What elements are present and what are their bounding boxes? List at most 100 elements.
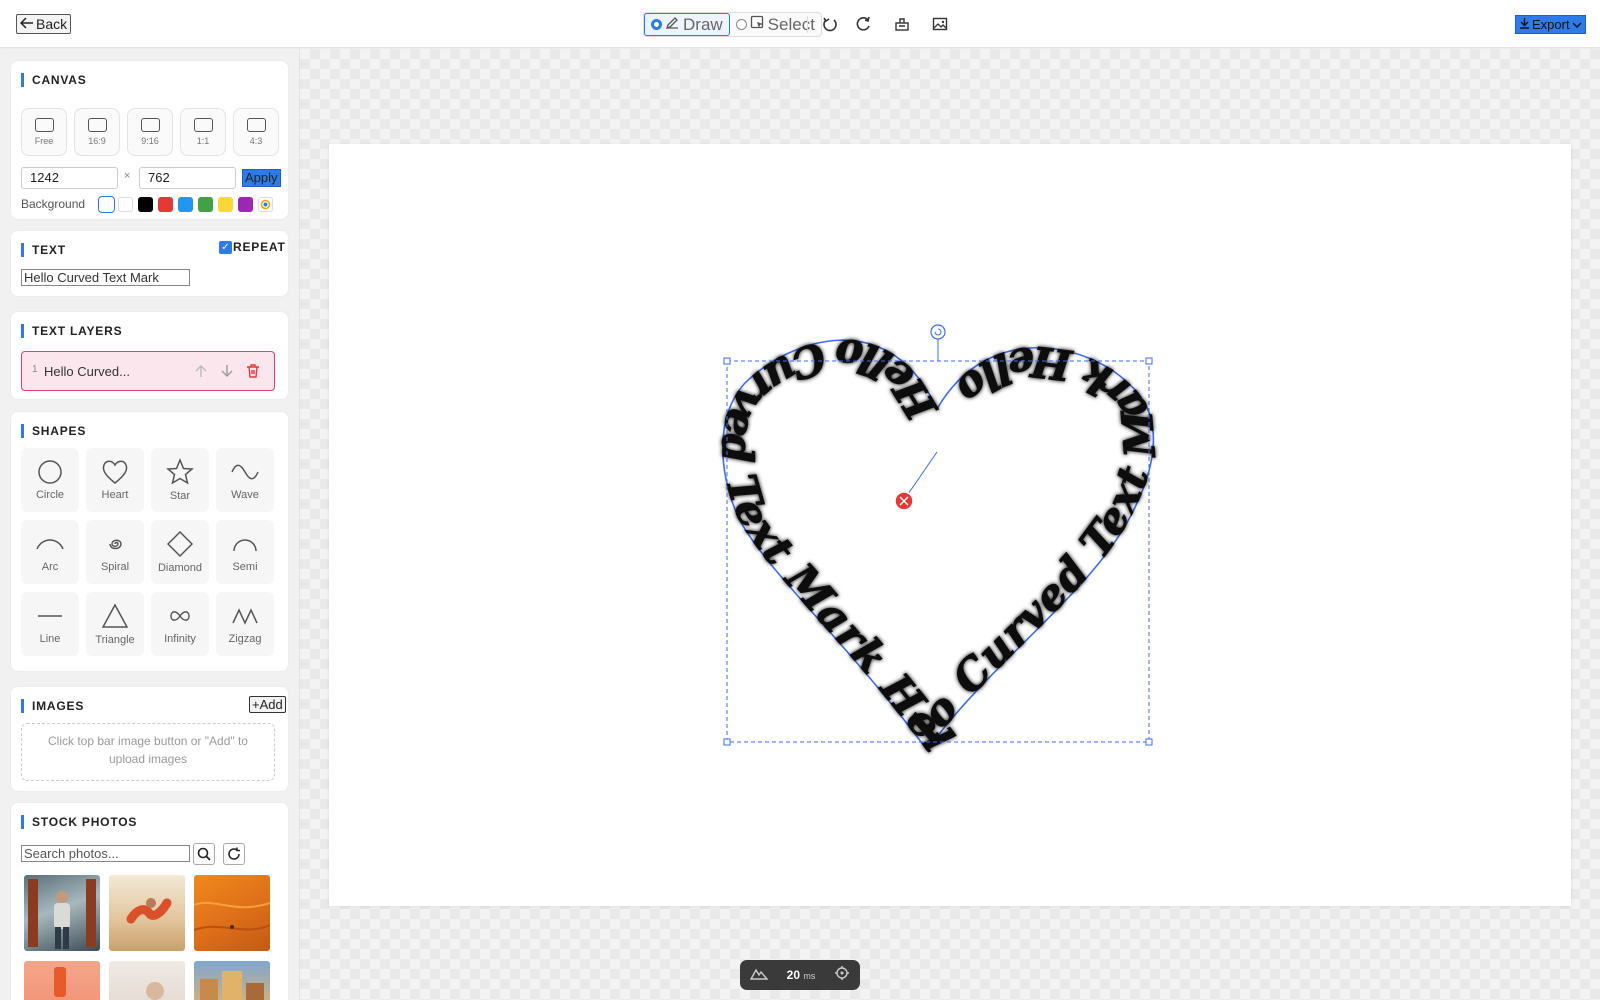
resize-handle-top-right[interactable] xyxy=(1145,357,1153,365)
image-icon[interactable] xyxy=(931,15,949,33)
resize-handle-bottom-right[interactable] xyxy=(1145,738,1153,746)
stock-photo-thumbnail[interactable] xyxy=(194,961,270,1000)
design-canvas[interactable]: Hello Curved Text Mark Hello Curved Text… xyxy=(303,105,1571,906)
shape-label: Arc xyxy=(41,561,59,573)
text-layer-item[interactable]: 1 Hello Curved... xyxy=(21,351,275,391)
zigzag-icon xyxy=(232,608,258,625)
shape-label: Triangle xyxy=(95,634,135,646)
color-picker-icon[interactable] xyxy=(258,197,273,212)
text-content-input[interactable]: Hello Curved Text Mark xyxy=(21,269,190,286)
shape-label: Spiral xyxy=(100,561,130,573)
back-button[interactable]: Back xyxy=(16,14,72,34)
image-dropzone[interactable]: Click top bar image button or "Add" to u… xyxy=(21,723,275,781)
wave-icon xyxy=(231,464,259,480)
shape-star-button[interactable]: Star xyxy=(151,448,209,512)
shape-wave-button[interactable]: Wave xyxy=(216,448,274,512)
swatch-purple[interactable] xyxy=(238,197,253,212)
ratio-free-button[interactable]: Free xyxy=(21,108,67,156)
curved-text-path: Hello Curved Text Mark Hello Curved Text… xyxy=(303,105,1165,763)
canvas-width-input[interactable]: 1242 xyxy=(21,167,118,189)
shape-triangle-button[interactable]: Triangle xyxy=(86,592,144,656)
arrow-down-icon[interactable] xyxy=(220,363,234,384)
diamond-icon xyxy=(166,530,194,558)
repeat-label: REPEAT xyxy=(233,240,286,254)
stock-photo-thumbnail[interactable] xyxy=(193,875,271,951)
download-icon xyxy=(1519,17,1530,32)
shape-infinity-button[interactable]: Infinity xyxy=(151,592,209,656)
remove-point-icon[interactable] xyxy=(894,491,914,511)
stock-photo-thumbnail[interactable] xyxy=(109,961,185,1000)
ratio-9-16-icon xyxy=(140,118,160,132)
trash-icon[interactable] xyxy=(246,363,260,384)
arrow-up-icon[interactable] xyxy=(194,363,208,384)
stock-photos-panel: STOCK PHOTOS Search photos... xyxy=(10,802,289,1000)
line-icon xyxy=(38,615,62,617)
ratio-label: 4:3 xyxy=(249,136,263,146)
swatch-blue[interactable] xyxy=(178,197,193,212)
shape-line-button[interactable]: Line xyxy=(21,592,79,656)
shape-semi-button[interactable]: Semi xyxy=(216,520,274,584)
shape-label: Zigzag xyxy=(228,633,262,645)
shape-label: Diamond xyxy=(157,562,203,574)
select-radio[interactable] xyxy=(735,19,747,30)
swatch-red[interactable] xyxy=(158,197,173,212)
stock-photo-thumbnail[interactable] xyxy=(24,875,100,951)
resize-handle-top-left[interactable] xyxy=(723,357,731,365)
refresh-button[interactable] xyxy=(223,843,245,865)
ratio-1-1-button[interactable]: 1:1 xyxy=(180,108,226,156)
ratio-9-16-button[interactable]: 9:16 xyxy=(127,108,173,156)
ratio-label: 1:1 xyxy=(196,136,210,146)
arc-icon xyxy=(36,539,64,550)
stock-photos-title: STOCK PHOTOS xyxy=(21,815,137,829)
undo-icon[interactable] xyxy=(821,15,839,33)
export-button[interactable]: Export xyxy=(1515,15,1586,34)
images-panel: IMAGES +Add Click top bar image button o… xyxy=(10,686,289,792)
shape-arc-button[interactable]: Arc xyxy=(21,520,79,584)
mountain-icon[interactable] xyxy=(749,966,769,985)
redo-icon[interactable] xyxy=(855,15,873,33)
triangle-icon xyxy=(101,603,129,628)
stock-photo-thumbnail[interactable] xyxy=(109,875,185,951)
repeat-checkbox[interactable]: ✓ xyxy=(219,240,232,254)
sidebar: CANVAS Free 16:9 9:16 1:1 4:3 1242 × 762… xyxy=(0,49,300,1000)
curved-text[interactable]: Hello Curved Text Mark Hello Curved Text… xyxy=(303,105,1165,763)
shape-diamond-button[interactable]: Diamond xyxy=(151,520,209,584)
stock-photo-thumbnail[interactable] xyxy=(24,961,100,1000)
circle-icon xyxy=(38,460,62,484)
images-panel-title: IMAGES xyxy=(21,699,84,713)
add-image-button[interactable]: +Add xyxy=(249,696,286,713)
apply-button[interactable]: Apply xyxy=(242,169,281,187)
artboard[interactable]: Hello Curved Text Mark Hello Curved Text… xyxy=(303,105,1571,906)
repeat-toggle[interactable]: ✓ REPEAT xyxy=(219,240,286,254)
stock-search-input[interactable]: Search photos... xyxy=(21,845,190,862)
swatch-black[interactable] xyxy=(138,197,153,212)
crosshair-icon[interactable] xyxy=(834,965,850,986)
plus-icon: + xyxy=(252,697,260,712)
ratio-16-9-button[interactable]: 16:9 xyxy=(74,108,120,156)
heart-icon xyxy=(102,460,128,484)
mode-toggle: Draw Select xyxy=(643,12,822,37)
star-icon xyxy=(166,458,194,485)
shape-spiral-button[interactable]: Spiral xyxy=(86,520,144,584)
shape-heart-button[interactable]: Heart xyxy=(86,448,144,512)
swatch-yellow[interactable] xyxy=(218,197,233,212)
pencil-icon xyxy=(665,15,680,35)
search-button[interactable] xyxy=(193,843,215,865)
swatch-green[interactable] xyxy=(198,197,213,212)
shape-zigzag-button[interactable]: Zigzag xyxy=(216,592,274,656)
clear-icon[interactable] xyxy=(893,15,911,33)
canvas-workspace[interactable]: Hello Curved Text Mark Hello Curved Text… xyxy=(300,49,1600,1000)
draw-mode-button[interactable]: Draw xyxy=(644,13,730,36)
resize-handle-bottom-left[interactable] xyxy=(723,738,731,746)
ratio-label: 9:16 xyxy=(141,136,159,146)
swatch-white[interactable] xyxy=(118,197,133,212)
ratio-free-icon xyxy=(34,118,54,132)
spiral-icon xyxy=(109,539,122,550)
swatch-transparent[interactable] xyxy=(98,196,115,213)
draw-radio[interactable] xyxy=(651,19,662,30)
ratio-4-3-button[interactable]: 4:3 xyxy=(233,108,279,156)
rotate-handle-icon[interactable] xyxy=(930,324,946,340)
canvas-height-input[interactable]: 762 xyxy=(139,167,236,189)
shape-circle-button[interactable]: Circle xyxy=(21,448,79,512)
text-layers-panel: TEXT LAYERS 1 Hello Curved... xyxy=(10,311,289,400)
